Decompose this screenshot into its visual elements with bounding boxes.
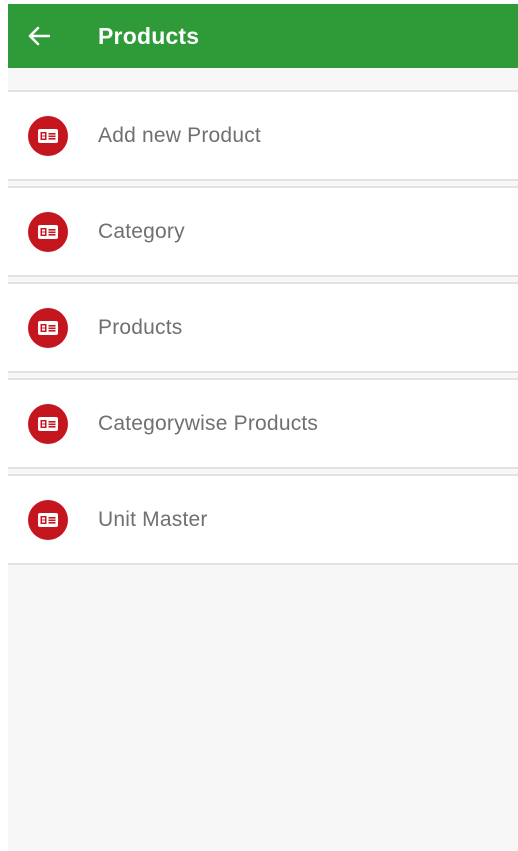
menu-item-products[interactable]: Products	[8, 282, 518, 373]
id-card-icon	[28, 307, 68, 348]
menu-list: Add new Product Category Products Catego…	[8, 90, 518, 565]
id-card-icon	[28, 499, 68, 540]
id-card-icon	[28, 403, 68, 444]
id-card-icon	[28, 115, 68, 156]
menu-item-label: Unit Master	[98, 507, 208, 531]
menu-item-category[interactable]: Category	[8, 186, 518, 277]
menu-item-label: Categorywise Products	[98, 411, 319, 435]
menu-item-label: Category	[98, 219, 185, 243]
products-screen: Products Add new Product Category Produc…	[8, 4, 518, 851]
back-button[interactable]	[8, 4, 70, 68]
id-card-icon	[28, 211, 68, 252]
menu-item-categorywise-products[interactable]: Categorywise Products	[8, 378, 518, 469]
menu-item-label: Products	[98, 315, 183, 339]
app-bar: Products	[8, 4, 518, 68]
arrow-left-icon	[28, 26, 50, 46]
menu-item-add-new-product[interactable]: Add new Product	[8, 90, 518, 181]
page-title: Products	[98, 22, 200, 49]
menu-item-unit-master[interactable]: Unit Master	[8, 474, 518, 565]
menu-item-label: Add new Product	[98, 123, 261, 147]
